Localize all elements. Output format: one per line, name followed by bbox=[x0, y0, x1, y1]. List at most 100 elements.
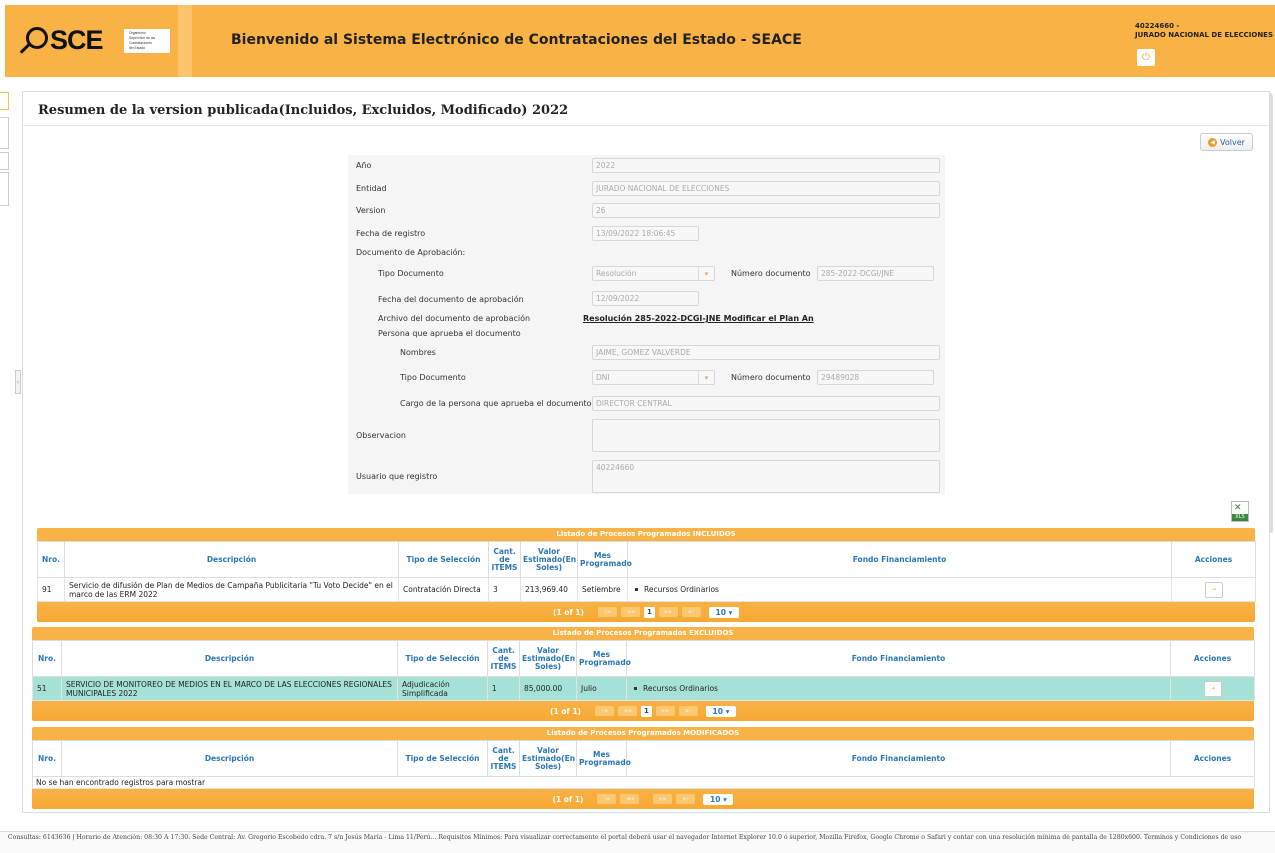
cell-mes: Julio bbox=[576, 676, 627, 701]
next-page-button[interactable]: ▶▶ bbox=[655, 706, 675, 716]
next-page-button[interactable]: ▶▶ bbox=[653, 794, 673, 804]
col-descripcion[interactable]: Descripción bbox=[61, 640, 398, 677]
chevron-down-icon: ▾ bbox=[698, 267, 714, 280]
col-mes-programado[interactable]: Mes Programado bbox=[577, 541, 632, 578]
col-descripcion[interactable]: Descripción bbox=[61, 740, 398, 777]
col-tipo-seleccion[interactable]: Tipo de Selección bbox=[398, 541, 489, 578]
col-valor-estimado[interactable]: Valor Estimado(En Soles) bbox=[520, 541, 578, 578]
grid-modificados: Listado de Procesos Programados MODIFICA… bbox=[32, 727, 1255, 809]
first-page-button[interactable]: |◀ bbox=[594, 706, 614, 716]
doc-aprobacion-label: Documento de Aprobación: bbox=[356, 248, 466, 257]
table-row[interactable]: 91 Servicio de difusión de Plan de Medio… bbox=[37, 577, 1256, 602]
entidad-field[interactable]: JURADO NACIONAL DE ELECCIONES bbox=[592, 181, 940, 196]
cell-cant: 3 bbox=[488, 577, 521, 602]
cell-nro: 51 bbox=[32, 676, 62, 701]
col-descripcion[interactable]: Descripción bbox=[64, 541, 399, 578]
nombres-label: Nombres bbox=[400, 348, 436, 357]
table-row[interactable]: 51 SERVICIO DE MONITOREO DE MEDIOS EN EL… bbox=[32, 676, 1255, 701]
col-acciones[interactable]: Acciones bbox=[1171, 541, 1256, 578]
pager-modificados: (1 of 1) |◀ ◀◀ ▶▶ ▶| 10 ▾ bbox=[32, 789, 1254, 809]
pager-excluidos: (1 of 1) |◀ ◀◀ 1 ▶▶ ▶| 10 ▾ bbox=[32, 701, 1254, 721]
col-valor-estimado[interactable]: Valor Estimado(En Soles) bbox=[519, 740, 577, 777]
fecha-registro-field[interactable]: 13/09/2022 18:06:45 bbox=[592, 226, 699, 241]
last-page-button[interactable]: ▶| bbox=[678, 706, 698, 716]
observacion-textarea[interactable] bbox=[592, 419, 940, 452]
col-tipo-seleccion[interactable]: Tipo de Selección bbox=[397, 740, 488, 777]
page-size-select[interactable]: 10 ▾ bbox=[708, 606, 739, 618]
volver-button[interactable]: ◀ Volver bbox=[1200, 133, 1253, 151]
archivo-link[interactable]: Resolución 285-2022-DCGI-JNE Modificar e… bbox=[583, 314, 814, 323]
app-header: SCE Organismo Supervisor de las Contrata… bbox=[5, 5, 1275, 77]
chevron-down-icon: ▾ bbox=[698, 371, 714, 384]
col-nro[interactable]: Nro. bbox=[37, 541, 65, 578]
export-xls-icon[interactable]: ✕ XLS bbox=[1231, 501, 1249, 522]
sidebar-tab-4[interactable] bbox=[0, 172, 9, 206]
col-cant-items[interactable]: Cant. de ITEMS bbox=[487, 640, 520, 677]
user-id: 40224660 - bbox=[1135, 22, 1180, 30]
page-number-button[interactable]: 1 bbox=[640, 705, 652, 717]
chevron-left-icon: ‹ bbox=[16, 378, 20, 386]
tipo-documento-select[interactable]: Resolución ▾ bbox=[592, 266, 715, 281]
sidebar-toggle[interactable]: ‹ bbox=[15, 370, 21, 394]
col-fondo[interactable]: Fondo Financiamiento bbox=[626, 640, 1171, 677]
sidebar-tab-2[interactable] bbox=[0, 117, 9, 149]
cell-fondo: Recursos Ordinarios bbox=[627, 577, 1172, 602]
col-acciones[interactable]: Acciones bbox=[1170, 640, 1255, 677]
sidebar-tab-1[interactable] bbox=[0, 92, 9, 110]
col-mes-programado[interactable]: Mes Programado bbox=[576, 740, 631, 777]
persona-tipo-documento-select[interactable]: DNI ▾ bbox=[592, 370, 715, 385]
col-cant-items[interactable]: Cant. de ITEMS bbox=[487, 740, 520, 777]
persona-tipo-documento-value: DNI bbox=[596, 373, 610, 382]
logo-text: SCE bbox=[50, 25, 104, 55]
page-number-button[interactable]: 1 bbox=[643, 606, 655, 618]
last-page-button[interactable]: ▶| bbox=[681, 607, 701, 617]
prev-page-button[interactable]: ◀◀ bbox=[620, 607, 640, 617]
cell-acciones: ➝ bbox=[1171, 577, 1256, 602]
version-label: Version bbox=[356, 206, 386, 215]
last-page-button[interactable]: ▶| bbox=[676, 794, 696, 804]
numero-documento-field[interactable]: 285-2022-DCGI/JNE bbox=[817, 266, 934, 281]
cell-tipo: Adjudicación Simplificada bbox=[397, 676, 488, 701]
grid-excluidos: Listado de Procesos Programados EXCLUIDO… bbox=[32, 627, 1255, 721]
col-mes-programado[interactable]: Mes Programado bbox=[576, 640, 631, 677]
prev-page-button[interactable]: ◀◀ bbox=[617, 706, 637, 716]
pager-status: (1 of 1) bbox=[552, 794, 584, 804]
pager-incluidos: (1 of 1) |◀ ◀◀ 1 ▶▶ ▶| 10 ▾ bbox=[37, 602, 1255, 622]
col-nro[interactable]: Nro. bbox=[32, 740, 62, 777]
row-action-button[interactable]: ➝ bbox=[1203, 680, 1222, 697]
persona-label: Persona que aprueba el documento bbox=[378, 329, 521, 338]
prev-page-button[interactable]: ◀◀ bbox=[620, 794, 640, 804]
col-acciones[interactable]: Acciones bbox=[1170, 740, 1255, 777]
cell-valor: 213,969.40 bbox=[520, 577, 578, 602]
col-valor-estimado[interactable]: Valor Estimado(En Soles) bbox=[519, 640, 577, 677]
table-modificados: Nro. Descripción Tipo de Selección Cant.… bbox=[32, 740, 1255, 789]
next-page-button[interactable]: ▶▶ bbox=[658, 607, 678, 617]
version-field[interactable]: 26 bbox=[592, 203, 940, 218]
sidebar-tab-3[interactable] bbox=[0, 152, 9, 170]
excel-icon: ✕ bbox=[1234, 503, 1242, 513]
cargo-field[interactable]: DIRECTOR CENTRAL bbox=[592, 396, 940, 411]
page-size-select[interactable]: 10 ▾ bbox=[705, 705, 736, 717]
usuario-field[interactable]: 40224660 bbox=[592, 460, 940, 493]
col-cant-items[interactable]: Cant. de ITEMS bbox=[488, 541, 521, 578]
fecha-documento-field[interactable]: 12/09/2022 bbox=[592, 291, 699, 306]
col-nro[interactable]: Nro. bbox=[32, 640, 62, 677]
first-page-button[interactable]: |◀ bbox=[597, 607, 617, 617]
col-fondo[interactable]: Fondo Financiamiento bbox=[626, 740, 1171, 777]
archivo-label: Archivo del documento de aprobación bbox=[378, 314, 531, 323]
row-action-button[interactable]: ➝ bbox=[1204, 581, 1223, 598]
page-size-select[interactable]: 10 ▾ bbox=[703, 793, 734, 805]
col-fondo[interactable]: Fondo Financiamiento bbox=[627, 541, 1172, 578]
cell-cant: 1 bbox=[487, 676, 520, 701]
cell-nro: 91 bbox=[37, 577, 65, 602]
logout-button[interactable]: ⏻ bbox=[1137, 49, 1155, 66]
first-page-button[interactable]: |◀ bbox=[597, 794, 617, 804]
xls-label: XLS bbox=[1232, 514, 1248, 521]
magnifier-handle bbox=[19, 43, 31, 54]
bullet-icon bbox=[635, 588, 638, 591]
col-tipo-seleccion[interactable]: Tipo de Selección bbox=[397, 640, 488, 677]
nombres-field[interactable]: JAIME, GOMEZ VALVERDE bbox=[592, 345, 940, 360]
persona-numero-documento-field[interactable]: 29489028 bbox=[817, 370, 934, 385]
cell-tipo: Contratación Directa bbox=[398, 577, 489, 602]
anio-field[interactable]: 2022 bbox=[592, 158, 940, 173]
